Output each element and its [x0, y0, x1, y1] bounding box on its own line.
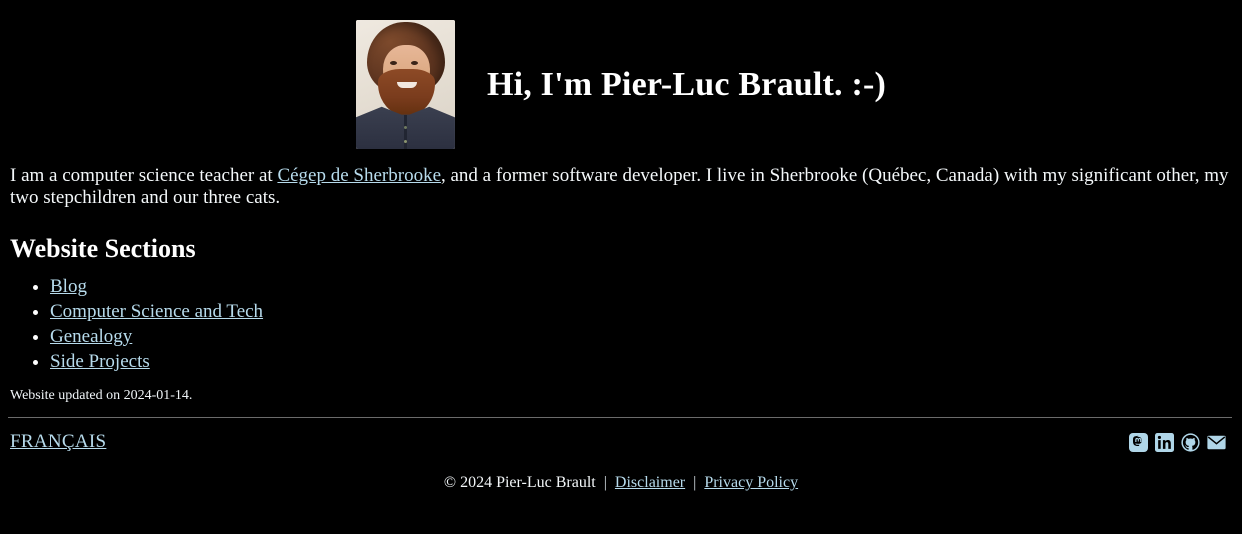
avatar-shirt-placket: [403, 115, 407, 149]
intro-text-before-link: I am a computer science teacher at: [10, 165, 278, 186]
copyright-symbol: ©: [443, 474, 457, 492]
avatar-shirt-button-top: [403, 126, 407, 129]
github-link[interactable]: [1181, 433, 1200, 452]
avatar: [355, 20, 455, 149]
avatar-eye-right: [410, 61, 418, 65]
email-link[interactable]: [1207, 433, 1226, 452]
language-switch-link[interactable]: FRANÇAIS: [10, 431, 106, 453]
avatar-shirt-button-bottom: [403, 140, 407, 143]
linkedin-icon: [1155, 432, 1174, 452]
sidebar-item-side-projects[interactable]: Side Projects: [50, 351, 150, 372]
linkedin-link[interactable]: [1155, 432, 1174, 452]
page-title: Hi, I'm Pier-Luc Brault. :-): [486, 65, 887, 103]
site-header: Hi, I'm Pier-Luc Brault. :-): [8, 0, 1234, 165]
disclaimer-link[interactable]: Disclaimer: [615, 474, 685, 491]
website-sections-heading: Website Sections: [10, 233, 196, 263]
list-item: Genealogy: [50, 324, 1234, 349]
footer-separator-1: |: [603, 474, 607, 492]
list-item: Side Projects: [50, 349, 1234, 374]
list-item: Blog: [50, 274, 1234, 299]
website-sections-list: Blog Computer Science and Tech Genealogy…: [8, 274, 1234, 374]
page-root: Hi, I'm Pier-Luc Brault. :-) I am a comp…: [0, 0, 1242, 534]
cegep-de-sherbrooke-link[interactable]: Cégep de Sherbrooke: [277, 165, 441, 186]
privacy-policy-link[interactable]: Privacy Policy: [704, 474, 798, 491]
sidebar-item-computer-science-and-tech[interactable]: Computer Science and Tech: [50, 301, 263, 322]
website-updated-text: Website updated on 2024-01-14.: [10, 388, 193, 404]
github-icon: [1181, 433, 1200, 452]
copyright-line: © 2024 Pier-Luc Brault | Disclaimer | Pr…: [8, 474, 1234, 492]
sidebar-item-genealogy[interactable]: Genealogy: [50, 326, 132, 347]
sidebar-item-blog[interactable]: Blog: [50, 276, 87, 297]
mastodon-link[interactable]: [1129, 432, 1148, 452]
footer-separator-2: |: [693, 474, 697, 492]
social-links: [1129, 432, 1232, 452]
copyright-text: 2024 Pier-Luc Brault: [460, 474, 596, 492]
mastodon-icon: [1129, 432, 1148, 452]
list-item: Computer Science and Tech: [50, 299, 1234, 324]
avatar-mouth: [396, 82, 417, 88]
email-icon: [1207, 433, 1226, 452]
avatar-eye-left: [389, 61, 397, 65]
footer-bar: FRANÇAIS: [8, 418, 1234, 453]
intro-paragraph: I am a computer science teacher at Cégep…: [8, 165, 1234, 210]
